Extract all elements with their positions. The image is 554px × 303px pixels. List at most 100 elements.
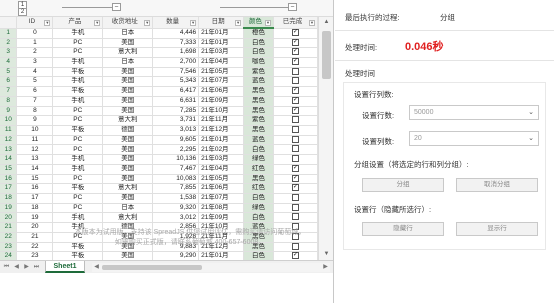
cell-id[interactable]: 6 [16, 86, 54, 97]
cell-qty[interactable]: 3,731 [152, 115, 200, 126]
cell-address[interactable]: 意大利 [102, 183, 154, 194]
cell-done[interactable] [273, 76, 318, 88]
cell-done[interactable] [273, 125, 318, 136]
row-number[interactable]: 4 [0, 57, 18, 68]
cell-product[interactable]: 手机 [52, 57, 104, 68]
row-number[interactable]: 9 [0, 106, 18, 117]
scroll-left-icon[interactable]: ◀ [92, 263, 101, 272]
cell-date[interactable]: 21年07月 [198, 76, 245, 88]
cell-id[interactable]: 13 [16, 154, 54, 165]
cell-qty[interactable]: 2,700 [152, 57, 200, 68]
cell-address[interactable]: 日本 [102, 57, 154, 68]
filter-dropdown-icon[interactable]: ▼ [235, 20, 242, 26]
cell-id[interactable]: 15 [16, 174, 54, 185]
cell-address[interactable]: 美国 [102, 174, 154, 185]
table-row[interactable]: 4 3 手机 日本 2,700 21年04月 咖色 ✓ [0, 57, 318, 68]
cell-qty[interactable]: 2,295 [152, 144, 200, 156]
corner-cell[interactable] [0, 17, 18, 29]
cell-color[interactable]: 黑色 [243, 86, 274, 97]
cell-product[interactable]: 手机 [52, 164, 104, 175]
cell-date[interactable]: 21年07月 [198, 193, 245, 204]
cell-date[interactable]: 21年08月 [198, 203, 245, 214]
cell-date[interactable]: 21年01月 [198, 251, 245, 260]
cell-date[interactable]: 21年11月 [198, 115, 245, 126]
cell-color[interactable]: 橙色 [243, 28, 274, 39]
table-row[interactable]: 8 7 手机 美国 6,631 21年09月 黑色 ✓ [0, 96, 318, 107]
cell-color[interactable]: 黑色 [243, 106, 274, 117]
cell-product[interactable]: 手机 [52, 76, 104, 88]
table-row[interactable]: 18 17 PC 美国 1,538 21年07月 白色 [0, 193, 318, 204]
vertical-scroll-thumb[interactable] [322, 31, 331, 79]
cell-date[interactable]: 21年09月 [198, 96, 245, 107]
cell-color[interactable]: 白色 [243, 144, 274, 156]
row-number[interactable]: 12 [0, 135, 18, 146]
cell-address[interactable]: 意大利 [102, 212, 154, 224]
cell-date[interactable]: 21年06月 [198, 86, 245, 97]
column-header-color[interactable]: 颜色 ▼ [243, 17, 274, 29]
cell-color[interactable]: 绿色 [243, 154, 274, 165]
cell-id[interactable]: 18 [16, 203, 54, 214]
cell-done[interactable] [273, 67, 318, 78]
done-checkbox[interactable] [292, 194, 299, 201]
cell-date[interactable]: 21年03月 [198, 47, 245, 58]
table-row[interactable]: 19 18 PC 日本 9,320 21年08月 绿色 [0, 203, 318, 214]
table-row[interactable]: 7 6 平板 美国 6,417 21年06月 黑色 ✓ [0, 86, 318, 97]
cell-color[interactable]: 黑色 [243, 174, 274, 185]
cell-address[interactable]: 意大利 [102, 47, 154, 58]
table-row[interactable]: 16 15 PC 美国 10,083 21年05月 黑色 ✓ [0, 174, 318, 185]
cell-qty[interactable]: 5,343 [152, 76, 200, 88]
cell-color[interactable]: 蓝色 [243, 135, 274, 146]
cell-product[interactable]: PC [52, 174, 104, 185]
done-checkbox[interactable]: ✓ [292, 184, 299, 192]
table-row[interactable]: 13 12 PC 美国 2,295 21年02月 白色 [0, 144, 318, 156]
row-number[interactable]: 16 [0, 174, 18, 185]
cell-done[interactable] [273, 144, 318, 156]
cell-color[interactable]: 紫色 [243, 67, 274, 78]
cell-qty[interactable]: 10,083 [152, 174, 200, 185]
cell-date[interactable]: 21年04月 [198, 57, 245, 68]
cell-qty[interactable]: 1,698 [152, 47, 200, 58]
prev-sheet-icon[interactable]: ◀ [12, 263, 21, 272]
grid-area[interactable]: ID ▼ 产品 ▼ 收货地址 ▼ 数量 ▼ 日期 ▼ 颜色 ▼ 已完成 ▼ 1 0 手机 日本 4,4… [0, 17, 318, 260]
cell-id[interactable]: 12 [16, 144, 54, 156]
cell-id[interactable]: 11 [16, 135, 54, 146]
cell-date[interactable]: 21年01月 [198, 38, 245, 49]
row-number[interactable]: 15 [0, 164, 18, 175]
cell-product[interactable]: PC [52, 135, 104, 146]
outline-collapse-button-2[interactable]: – [288, 3, 297, 11]
row-number[interactable]: 18 [0, 193, 18, 204]
cell-done[interactable] [273, 212, 318, 224]
cell-address[interactable]: 美国 [102, 164, 154, 175]
done-checkbox[interactable]: ✓ [292, 96, 299, 104]
cell-address[interactable]: 日本 [102, 28, 154, 39]
cell-product[interactable]: 手机 [52, 212, 104, 224]
cell-color[interactable]: 白色 [243, 212, 274, 224]
filter-dropdown-icon[interactable]: ▼ [44, 20, 51, 26]
done-checkbox[interactable] [292, 155, 299, 163]
table-row[interactable]: 11 10 平板 德国 3,013 21年12月 黑色 [0, 125, 318, 136]
first-sheet-icon[interactable]: ⏮ [2, 263, 11, 272]
cell-done[interactable] [273, 193, 318, 204]
cell-product[interactable]: PC [52, 106, 104, 117]
cell-date[interactable]: 21年05月 [198, 67, 245, 78]
table-row[interactable]: 6 5 手机 美国 5,343 21年07月 蓝色 [0, 76, 318, 88]
outline-level-2-button[interactable]: 2 [18, 8, 27, 16]
cell-done[interactable]: ✓ [273, 164, 318, 175]
cell-id[interactable]: 19 [16, 212, 54, 224]
cell-qty[interactable]: 6,417 [152, 86, 200, 97]
cell-product[interactable]: 平板 [52, 86, 104, 97]
hide-rows-button[interactable]: 隐藏行 [362, 222, 444, 236]
cell-done[interactable]: ✓ [273, 106, 318, 117]
table-row[interactable]: 2 1 PC 美国 7,333 21年01月 白色 ✓ [0, 38, 318, 49]
cell-date[interactable]: 21年10月 [198, 106, 245, 117]
table-row[interactable]: 5 4 平板 美国 7,546 21年05月 紫色 [0, 67, 318, 78]
horizontal-scrollbar[interactable]: ◀ ▶ [92, 263, 330, 272]
cell-done[interactable]: ✓ [273, 96, 318, 107]
table-row[interactable]: 10 9 PC 意大利 3,731 21年11月 紫色 [0, 115, 318, 126]
last-sheet-icon[interactable]: ⏭ [32, 263, 41, 272]
cell-address[interactable]: 美国 [102, 154, 154, 165]
cell-address[interactable]: 美国 [102, 38, 154, 49]
cell-done[interactable] [273, 154, 318, 165]
cell-id[interactable]: 4 [16, 67, 54, 78]
column-header-address[interactable]: 收货地址 ▼ [102, 17, 154, 29]
